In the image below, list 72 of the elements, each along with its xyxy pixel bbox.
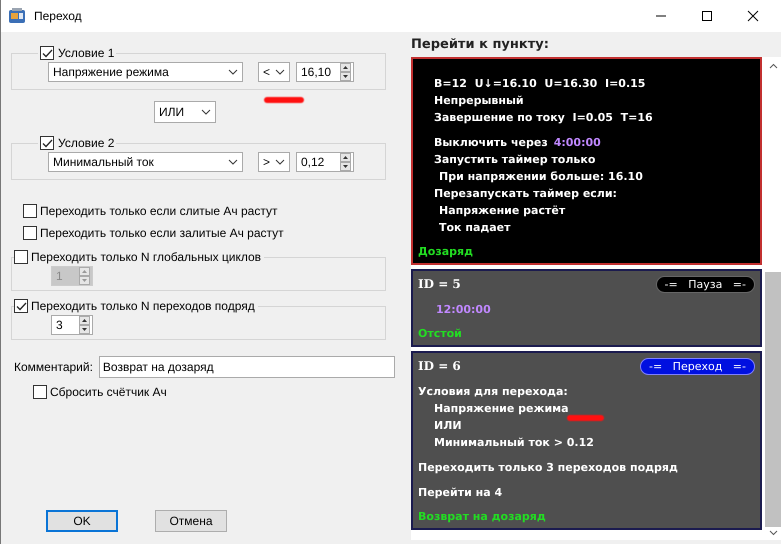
condition-label: Условие 2 <box>58 136 114 150</box>
spin-arrows-icon <box>340 153 351 171</box>
operator-dropdown[interactable]: < <box>258 62 290 82</box>
step-card[interactable] <box>411 57 762 265</box>
highlight-mark <box>264 97 304 103</box>
scroll-up-icon[interactable] <box>768 63 778 69</box>
value-spinner[interactable]: 16,10 <box>296 62 354 82</box>
value-spinner[interactable]: 0,12 <box>296 152 354 172</box>
scroll-thumb[interactable] <box>765 272 781 527</box>
timer-value: 12:00:00 <box>436 302 491 318</box>
step-text: Перезапускать таймер если: <box>434 186 617 202</box>
option-label: Переходить только если слитые Ач растут <box>40 204 278 218</box>
chevron-icon <box>275 159 285 165</box>
highlight-mark <box>567 415 604 421</box>
ok-button[interactable]: OK <box>46 510 118 532</box>
step-comment: Дозаряд <box>418 244 474 260</box>
spin-arrows-icon <box>79 316 90 334</box>
comment-field[interactable]: Возврат на дозаряд <box>98 356 395 378</box>
checkbox[interactable] <box>33 385 47 399</box>
logic-dropdown[interactable]: ИЛИ <box>154 101 216 123</box>
parameter-dropdown[interactable]: Минимальный ток <box>48 152 243 172</box>
count-spinner[interactable]: 3 <box>51 315 93 335</box>
close-icon[interactable] <box>747 10 759 22</box>
step-text: Напряжение растёт <box>439 203 566 219</box>
step-type-badge: -= Пауза =- <box>656 276 755 292</box>
step-text: Завершение по току I=0.05 T=16 <box>434 110 653 126</box>
checkbox[interactable] <box>40 46 54 60</box>
parameter-dropdown[interactable]: Напряжение режима <box>48 62 243 82</box>
option-label: Переходить только если залитые Ач растут <box>40 226 284 240</box>
checkbox[interactable] <box>14 250 28 264</box>
checkbox[interactable] <box>23 226 37 240</box>
step-text: Напряжение режима <box>434 401 569 417</box>
cancel-button[interactable]: Отмена <box>155 510 227 532</box>
step-text: Выключить через <box>434 135 548 151</box>
step-text: Условия для перехода: <box>418 384 568 400</box>
timer-value: 4:00:00 <box>554 135 601 151</box>
step-id: ID = 6 <box>418 359 461 373</box>
checkbox[interactable] <box>23 204 37 218</box>
step-card[interactable]: ID = 5 -= Пауза =- 12:00:00 Отстой <box>411 269 762 347</box>
step-text: Минимальный ток > 0.12 <box>434 435 594 451</box>
step-text: При напряжении больше: 16.10 <box>439 169 643 185</box>
checkbox[interactable] <box>14 299 28 313</box>
chevron-icon <box>228 69 238 75</box>
step-text: Перейти на 4 <box>418 485 502 501</box>
scroll-down-icon[interactable] <box>768 530 778 536</box>
chevron-icon <box>275 69 285 75</box>
option-label: Переходить только N переходов подряд <box>31 299 255 313</box>
step-type-badge: -= Переход =- <box>640 358 755 374</box>
operator-dropdown[interactable]: > <box>258 152 290 172</box>
step-card[interactable]: ID = 6 -= Переход =- Условия для перехода: Напряжение режима ИЛИ Минимальный ток > 0.12 Переходить только 3 переходов подряд Перейти на 4 Возврат на дозаряд <box>411 351 762 530</box>
comment-label: Комментарий: <box>14 360 93 374</box>
step-text: Непрерывный <box>434 93 524 109</box>
spin-arrows-icon <box>340 63 351 81</box>
app-icon <box>8 7 26 25</box>
step-text: ИЛИ <box>434 418 462 434</box>
step-text: Переходить только 3 переходов подряд <box>418 460 678 476</box>
reset-counter-label: Сбросить счётчик Ач <box>50 385 167 399</box>
maximize-icon[interactable] <box>701 10 713 22</box>
goto-heading: Перейти к пункту: <box>411 36 550 54</box>
step-text: Запустить таймер только <box>434 152 596 168</box>
window-title: Переход <box>34 9 82 23</box>
chevron-icon <box>201 109 211 115</box>
step-text: Ток падает <box>439 220 511 236</box>
step-comment: Возврат на дозаряд <box>418 509 547 525</box>
step-comment: Отстой <box>418 326 463 342</box>
chevron-icon <box>228 159 238 165</box>
condition-label: Условие 1 <box>58 46 114 60</box>
checkbox[interactable] <box>40 136 54 150</box>
spin-arrows-icon <box>79 267 90 285</box>
step-id: ID = 5 <box>418 277 461 291</box>
step-text: B=12 U↓=16.10 U=16.30 I=0.15 <box>434 76 646 92</box>
option-label: Переходить только N глобальных циклов <box>31 250 262 264</box>
